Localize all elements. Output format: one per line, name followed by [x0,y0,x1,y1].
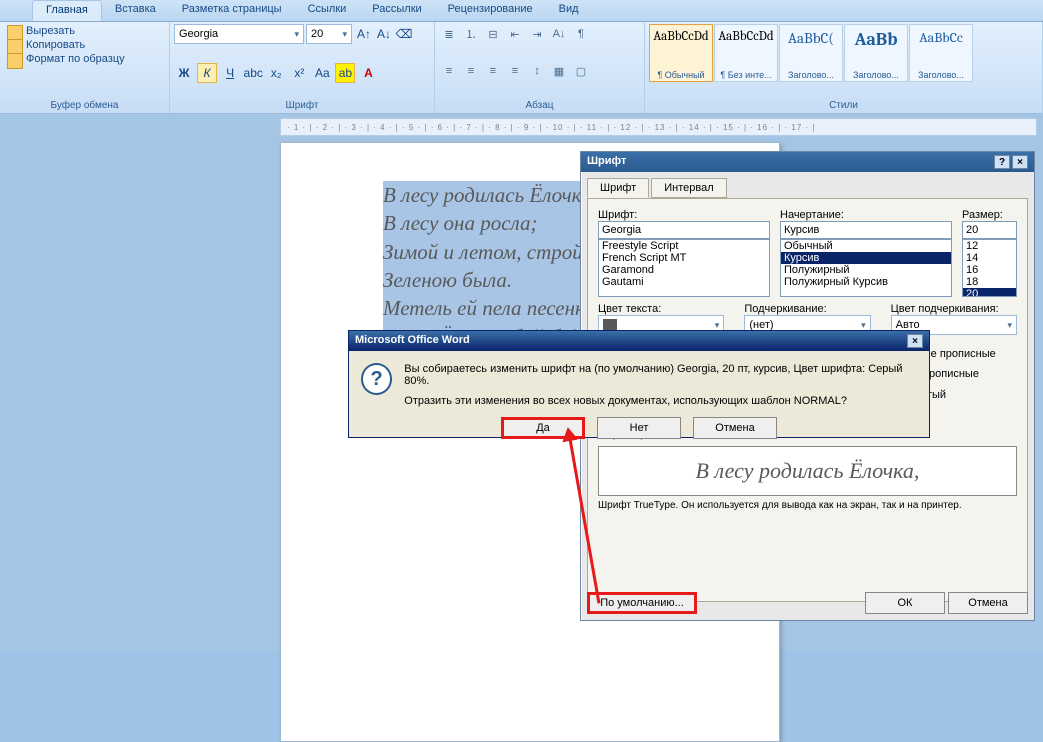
tab-review[interactable]: Рецензирование [435,0,546,21]
msgbox-text2: Отразить эти изменения во всех новых док… [404,395,917,407]
style-heading2[interactable]: AaBbЗаголово... [844,24,908,82]
font-name-combo[interactable]: Georgia▾ [174,24,304,44]
outdent-icon[interactable]: ⇤ [505,24,525,44]
style-heading3[interactable]: AaBbCcЗаголово... [909,24,973,82]
color-label: Цвет текста: [598,303,724,315]
italic-button[interactable]: К [197,63,217,83]
msg-cancel-button[interactable]: Отмена [693,417,777,439]
style-input[interactable] [780,221,952,239]
size-label: Размер: [962,209,1017,221]
tab-references[interactable]: Ссылки [295,0,360,21]
msgbox: Microsoft Office Word × ? Вы собираетесь… [348,330,930,438]
shrink-font-icon[interactable]: A↓ [374,24,394,44]
pilcrow-icon[interactable]: ¶ [571,24,591,44]
close-icon[interactable]: × [1012,155,1028,169]
shading-icon[interactable]: ▦ [549,61,569,81]
preview-box: В лесу родилась Ёлочка, [598,446,1017,496]
copy-button[interactable]: Копировать [4,38,165,52]
underline-label: Подчеркивание: [744,303,870,315]
highlight-button[interactable]: ab [335,63,355,83]
font-title: Шрифт [174,98,430,113]
grow-font-icon[interactable]: A↑ [354,24,374,44]
clipboard-title: Буфер обмена [4,98,165,113]
borders-icon[interactable]: ▢ [571,61,591,81]
tab-layout[interactable]: Разметка страницы [169,0,295,21]
dlg-tab-spacing[interactable]: Интервал [651,178,726,198]
para-title: Абзац [439,98,640,113]
align-left-icon[interactable]: ≡ [439,61,459,81]
default-button[interactable]: По умолчанию... [587,592,697,614]
style-normal[interactable]: AaBbCcDd¶ Обычный [649,24,713,82]
bullets-icon[interactable]: ≣ [439,24,459,44]
msgbox-titlebar[interactable]: Microsoft Office Word × [349,331,929,351]
multilevel-icon[interactable]: ⊟ [483,24,503,44]
ribbon: Вырезать Копировать Формат по образцу Бу… [0,22,1043,114]
ruler[interactable]: · 1 · | · 2 · | · 3 · | · 4 · | · 5 · | … [280,118,1037,136]
bold-button[interactable]: Ж [174,63,194,83]
indent-icon[interactable]: ⇥ [527,24,547,44]
font-list[interactable]: Freestyle ScriptFrench Script MTGaramond… [598,239,770,297]
line-spacing-icon[interactable]: ↕ [527,61,547,81]
underline-button[interactable]: Ч [220,63,240,83]
no-button[interactable]: Нет [597,417,681,439]
close-icon[interactable]: × [907,334,923,348]
font-note: Шрифт TrueType. Он используется для выво… [598,500,1017,511]
cancel-button[interactable]: Отмена [948,592,1028,614]
annotation-arrowhead [560,426,578,443]
format-painter-button[interactable]: Формат по образцу [4,52,165,66]
sort-icon[interactable]: A↓ [549,24,569,44]
size-input[interactable] [962,221,1017,239]
ok-button[interactable]: ОК [865,592,945,614]
styles-gallery[interactable]: AaBbCcDd¶ Обычный AaBbCcDd¶ Без инте... … [649,24,1038,82]
font-dialog-title: Шрифт [587,155,626,169]
ribbon-tabs: Главная Вставка Разметка страницы Ссылки… [0,0,1043,22]
font-size-combo[interactable]: 20▾ [306,24,352,44]
align-center-icon[interactable]: ≡ [461,61,481,81]
subscript-button[interactable]: x₂ [266,63,286,83]
superscript-button[interactable]: x² [289,63,309,83]
clear-format-icon[interactable]: ⌫ [394,24,414,44]
help-icon[interactable]: ? [994,155,1010,169]
question-icon: ? [361,363,392,395]
ucolor-label: Цвет подчеркивания: [891,303,1017,315]
size-list[interactable]: 1214161820 [962,239,1017,297]
style-label: Начертание: [780,209,952,221]
font-color-button[interactable]: A [359,63,379,83]
font-dialog-titlebar[interactable]: Шрифт ?× [581,152,1034,172]
font-label: Шрифт: [598,209,770,221]
numbering-icon[interactable]: ⒈ [461,24,481,44]
dlg-tab-font[interactable]: Шрифт [587,178,649,198]
align-right-icon[interactable]: ≡ [483,61,503,81]
case-button[interactable]: Aa [312,63,332,83]
font-input[interactable] [598,221,770,239]
tab-mailings[interactable]: Рассылки [359,0,434,21]
strike-button[interactable]: abc [243,63,263,83]
msgbox-title: Microsoft Office Word [355,334,470,348]
styles-title: Стили [649,98,1038,113]
tab-insert[interactable]: Вставка [102,0,169,21]
style-nospacing[interactable]: AaBbCcDd¶ Без инте... [714,24,778,82]
justify-icon[interactable]: ≡ [505,61,525,81]
style-list[interactable]: ОбычныйКурсивПолужирныйПолужирный Курсив [780,239,952,297]
tab-view[interactable]: Вид [546,0,592,21]
msgbox-text1: Вы собираетесь изменить шрифт на (по умо… [404,363,917,387]
style-heading1[interactable]: AaBbC(Заголово... [779,24,843,82]
cut-button[interactable]: Вырезать [4,24,165,38]
tab-home[interactable]: Главная [32,0,102,21]
